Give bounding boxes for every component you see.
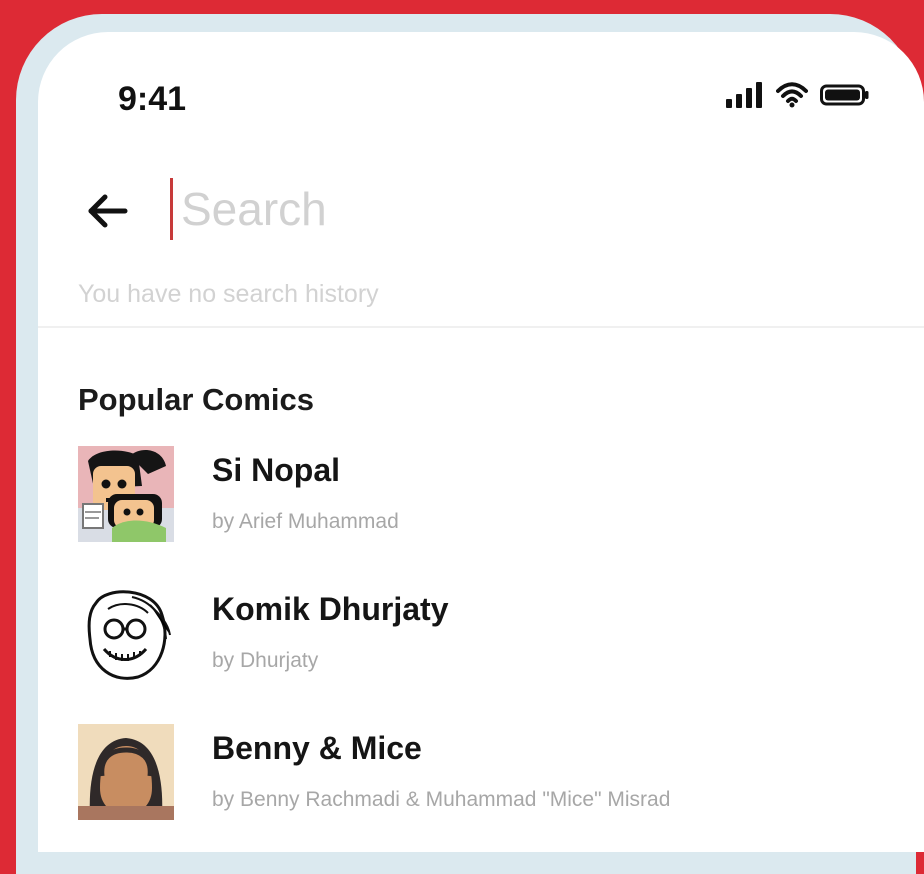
phone-screen: 9:41 Search You have no search history P… xyxy=(38,32,924,852)
back-button[interactable] xyxy=(78,182,136,240)
status-bar: 9:41 xyxy=(38,32,924,152)
comic-thumbnail xyxy=(78,724,174,820)
cellular-signal-icon xyxy=(726,82,762,108)
comic-author: by Arief Muhammad xyxy=(212,510,399,533)
search-history-empty-message: You have no search history xyxy=(78,280,379,308)
comic-thumbnail xyxy=(78,585,174,681)
comic-author: by Benny Rachmadi & Muhammad "Mice" Misr… xyxy=(212,788,671,811)
comic-author: by Dhurjaty xyxy=(212,649,319,672)
comic-thumbnail xyxy=(78,446,174,542)
comic-item-si-nopal[interactable]: Si Nopal by Arief Muhammad xyxy=(78,446,898,548)
search-bar xyxy=(38,172,924,250)
popular-comics-title: Popular Comics xyxy=(78,382,314,417)
comic-title: Komik Dhurjaty xyxy=(212,591,449,627)
comic-title: Si Nopal xyxy=(212,452,341,488)
comic-item-benny-mice[interactable]: Benny & Mice by Benny Rachmadi & Muhamma… xyxy=(78,724,898,826)
section-divider xyxy=(38,326,924,328)
battery-icon xyxy=(820,84,869,106)
status-time: 9:41 xyxy=(118,80,187,118)
comic-title: Benny & Mice xyxy=(212,730,422,766)
back-arrow-icon xyxy=(88,194,128,228)
comic-item-komik-dhurjaty[interactable]: Komik Dhurjaty by Dhurjaty xyxy=(78,585,898,687)
wifi-icon xyxy=(776,82,808,108)
status-icons xyxy=(726,82,878,112)
search-input[interactable] xyxy=(170,178,901,240)
